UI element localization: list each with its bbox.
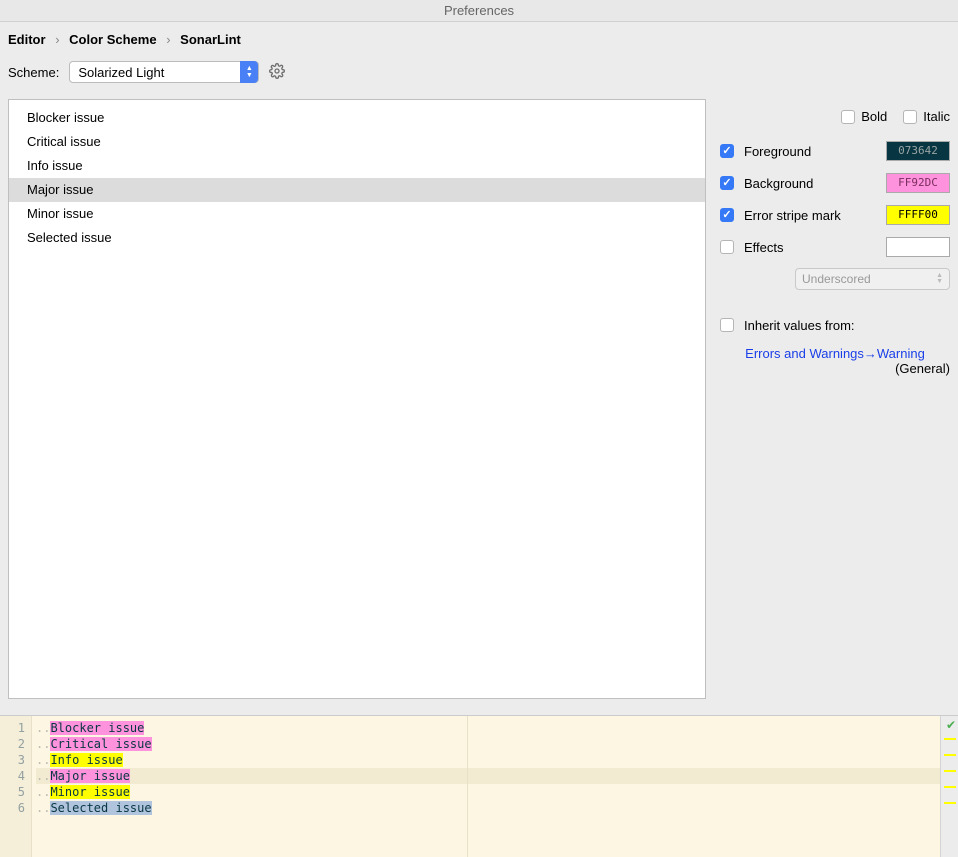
code-line[interactable]: ..Critical issue: [36, 736, 958, 752]
code-line[interactable]: ..Info issue: [36, 752, 958, 768]
attributes-panel: Bold Italic Foreground 073642 Background…: [720, 99, 950, 699]
effects-type-value: Underscored: [802, 272, 871, 286]
italic-checkbox[interactable]: [903, 110, 917, 124]
effects-label: Effects: [744, 240, 886, 255]
bold-label: Bold: [861, 109, 887, 124]
breadcrumb: Editor › Color Scheme › SonarLint: [0, 22, 958, 57]
scheme-select-value: Solarized Light: [78, 65, 240, 80]
crumb-color-scheme[interactable]: Color Scheme: [69, 32, 156, 47]
gutter: 123456: [0, 716, 32, 857]
chevron-right-icon: ›: [166, 32, 170, 47]
effects-swatch[interactable]: [886, 237, 950, 257]
select-arrows-icon: ▲▼: [936, 273, 943, 285]
italic-label: Italic: [923, 109, 950, 124]
issue-item[interactable]: Critical issue: [9, 130, 705, 154]
window-title: Preferences: [0, 0, 958, 22]
issue-item[interactable]: Blocker issue: [9, 106, 705, 130]
gear-icon[interactable]: [269, 63, 285, 82]
chevron-right-icon: ›: [55, 32, 59, 47]
stripe-mark[interactable]: [944, 738, 956, 740]
inspection-ok-icon[interactable]: ✔: [946, 718, 956, 732]
code-line[interactable]: ..Major issue: [36, 768, 958, 784]
issue-item[interactable]: Selected issue: [9, 226, 705, 250]
foreground-label: Foreground: [744, 144, 886, 159]
stripe-mark[interactable]: [944, 754, 956, 756]
stripe-mark[interactable]: [944, 802, 956, 804]
background-swatch[interactable]: FF92DC: [886, 173, 950, 193]
ruler: [467, 716, 468, 857]
background-checkbox[interactable]: [720, 176, 734, 190]
stripe-mark[interactable]: [944, 770, 956, 772]
issue-list[interactable]: Blocker issueCritical issueInfo issueMaj…: [8, 99, 706, 699]
foreground-checkbox[interactable]: [720, 144, 734, 158]
preview-editor[interactable]: 123456 ..Blocker issue..Critical issue..…: [0, 715, 958, 857]
scheme-select[interactable]: Solarized Light ▲▼: [69, 61, 259, 83]
error-stripe[interactable]: ✔: [940, 716, 958, 857]
inherit-checkbox[interactable]: [720, 318, 734, 332]
issue-item[interactable]: Major issue: [9, 178, 705, 202]
stripe-swatch[interactable]: FFFF00: [886, 205, 950, 225]
background-label: Background: [744, 176, 886, 191]
stripe-checkbox[interactable]: [720, 208, 734, 222]
crumb-sonarlint[interactable]: SonarLint: [180, 32, 241, 47]
stripe-mark[interactable]: [944, 786, 956, 788]
effects-checkbox[interactable]: [720, 240, 734, 254]
code-line[interactable]: ..Minor issue: [36, 784, 958, 800]
inherit-sublabel: (General): [720, 361, 950, 376]
code-line[interactable]: ..Blocker issue: [36, 720, 958, 736]
inherit-link[interactable]: Errors and Warnings→Warning: [720, 346, 950, 361]
stripe-label: Error stripe mark: [744, 208, 886, 223]
inherit-label: Inherit values from:: [744, 318, 950, 333]
code-line[interactable]: ..Selected issue: [36, 800, 958, 816]
effects-type-select: Underscored ▲▼: [795, 268, 950, 290]
code-area[interactable]: ..Blocker issue..Critical issue..Info is…: [32, 716, 958, 857]
scheme-label: Scheme:: [8, 65, 59, 80]
crumb-editor[interactable]: Editor: [8, 32, 46, 47]
foreground-swatch[interactable]: 073642: [886, 141, 950, 161]
bold-checkbox[interactable]: [841, 110, 855, 124]
select-arrows-icon: ▲▼: [240, 61, 258, 83]
issue-item[interactable]: Info issue: [9, 154, 705, 178]
issue-item[interactable]: Minor issue: [9, 202, 705, 226]
